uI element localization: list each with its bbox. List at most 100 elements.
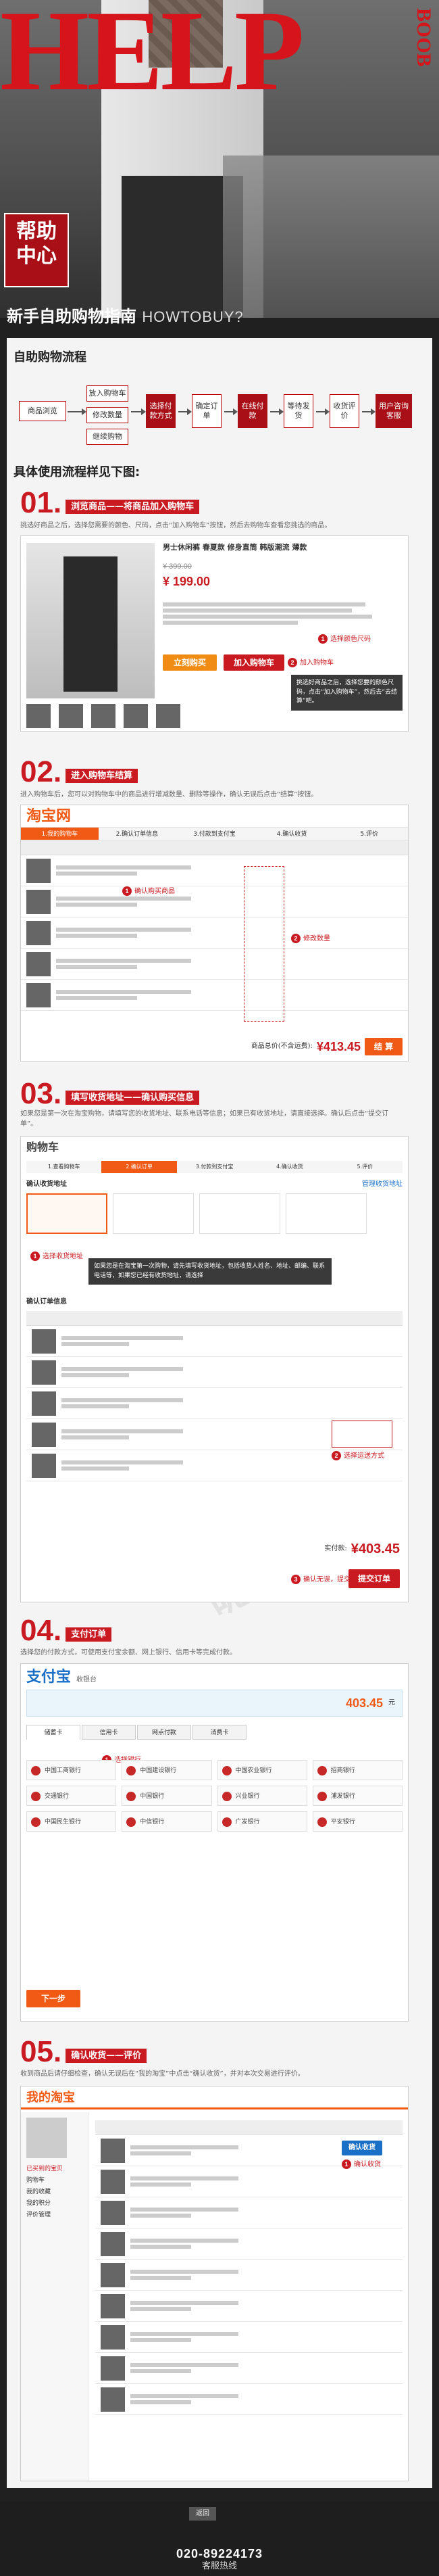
- tab-credit[interactable]: 信用卡: [82, 1725, 136, 1740]
- step4-label: 支付订单: [66, 1627, 112, 1642]
- bank-option[interactable]: 广发银行: [217, 1811, 307, 1832]
- promo-price: ¥ 199.00: [163, 575, 211, 588]
- checkout-button[interactable]: 结 算: [365, 1038, 403, 1055]
- banner-big-text: HELP: [0, 0, 305, 114]
- tab: 2.确认订单: [101, 1161, 177, 1173]
- payment-tabs: 储蓄卡 信用卡 网点付款 消费卡: [26, 1725, 403, 1740]
- flow-box: 继续购物: [86, 429, 128, 445]
- cart-row: [21, 949, 408, 980]
- cart-total-value: ¥413.45: [316, 1040, 361, 1053]
- back-button[interactable]: 返回: [189, 2507, 216, 2521]
- bank-option[interactable]: 交通银行: [26, 1786, 117, 1806]
- bank-option[interactable]: 浦发银行: [312, 1786, 403, 1806]
- step3-label: 填写收货地址——确认购买信息: [66, 1091, 200, 1105]
- manage-address-link[interactable]: 管理收货地址: [362, 1181, 403, 1188]
- bank-option[interactable]: 中信银行: [122, 1811, 212, 1832]
- address-card-selected[interactable]: [26, 1193, 107, 1234]
- tab: 1.我的购物车: [21, 828, 99, 840]
- header-banner: HELP BOOB 帮助 中心: [0, 0, 439, 318]
- add-to-cart-button[interactable]: 加入购物车: [224, 654, 284, 671]
- address-card[interactable]: [286, 1193, 367, 1234]
- step5-confirm-screenshot: 我的淘宝 已买到的宝贝 购物车 我的收藏 我的积分 评价管理 确认收货 1 确认收…: [20, 2086, 409, 2481]
- flow-box: 在线付款: [238, 394, 267, 428]
- tab-debit[interactable]: 储蓄卡: [26, 1725, 80, 1740]
- avatar: [26, 2118, 67, 2158]
- guide-title: 新手自助购物指南 HOWTOBUY?: [7, 308, 244, 325]
- page: HELP BOOB 帮助 中心 新手自助购物指南 HOWTOBUY? 昵图网 昵…: [0, 0, 439, 2576]
- bank-option[interactable]: 中国农业银行: [217, 1760, 307, 1780]
- step5-mark1: 1 确认收货: [342, 2160, 381, 2169]
- flow-box: 选择付款方式: [146, 394, 176, 428]
- alipay-logo: 支付宝: [26, 1668, 72, 1685]
- bank-option[interactable]: 中国银行: [122, 1786, 212, 1806]
- bank-option[interactable]: 招商银行: [312, 1760, 403, 1780]
- address-cards: [21, 1193, 408, 1234]
- sidebar-item-reviews[interactable]: 评价管理: [26, 2210, 82, 2221]
- flow-box: 商品浏览: [19, 401, 66, 421]
- order-total-value: ¥403.45: [351, 1542, 400, 1556]
- step4-desc: 选择您的付款方式，可使用支付宝余额、网上银行、信用卡等完成付款。: [20, 1649, 236, 1656]
- address-heading: 确认收货地址 管理收货地址: [21, 1176, 408, 1193]
- flow-arrow: [270, 408, 284, 415]
- order-total: 实付款: ¥403.45: [324, 1542, 400, 1556]
- step3-order-screenshot: 购物车 1.查看购物车 2.确认订单 3.付款到支付宝 4.确认收货 5.评价 …: [20, 1136, 409, 1602]
- address-card[interactable]: [113, 1193, 194, 1234]
- pay-amount: 403.45: [345, 1696, 383, 1710]
- hotline-phone: 020-89224173: [176, 2547, 263, 2560]
- tab: 5.评价: [360, 831, 378, 838]
- step5-header: 05. 确认收货——评价: [20, 2037, 147, 2067]
- shopping-flow-diagram: 商品浏览 放入购物车 修改数量 继续购物 选择付款方式 确定订单 在线付款 等待…: [19, 375, 414, 456]
- step3-mark1: 1 选择收货地址: [30, 1251, 83, 1261]
- sidebar-item-cart[interactable]: 购物车: [26, 2175, 82, 2187]
- tab-consumer-card[interactable]: 消费卡: [192, 1725, 247, 1740]
- thumbnail-strip: [26, 704, 186, 728]
- shipping-selector[interactable]: [332, 1421, 392, 1448]
- help-center-badge: 帮助 中心: [4, 213, 69, 287]
- address-card[interactable]: [199, 1193, 280, 1234]
- bank-option[interactable]: 兴业银行: [217, 1786, 307, 1806]
- tab-outlet[interactable]: 网点付款: [137, 1725, 191, 1740]
- product-image: [26, 543, 155, 698]
- buy-now-button[interactable]: 立刻购买: [163, 654, 217, 671]
- badge-line2: 中心: [16, 244, 57, 268]
- banner-sub-text: BOOB: [413, 8, 435, 67]
- submit-order-button[interactable]: 提交订单: [348, 1569, 400, 1588]
- quantity-column[interactable]: [244, 866, 284, 1022]
- tab: 4.确认收货: [276, 1164, 303, 1170]
- cart-title: 购物车: [26, 1141, 59, 1153]
- chair-photo: [223, 156, 439, 318]
- cart-row: [21, 980, 408, 1011]
- step1-number: 01.: [20, 486, 62, 519]
- step2-mark1: 1 确认购买商品: [122, 886, 175, 896]
- amount-bar: 403.45 元: [26, 1690, 403, 1717]
- step5-label: 确认收货——评价: [66, 2049, 147, 2063]
- bank-option[interactable]: 中国民生银行: [26, 1811, 117, 1832]
- flow-box: 修改数量: [86, 407, 128, 423]
- alipay-header: 支付宝 收银台: [21, 1664, 408, 1690]
- step1-mark2: 2 加入购物车: [288, 658, 334, 667]
- tab: 3.付款到支付宝: [193, 831, 236, 838]
- cart-row: [21, 917, 408, 949]
- footer: 返回 020-89224173 客服热线: [0, 2502, 439, 2576]
- detail-section-title: 具体使用流程样见下图:: [14, 465, 140, 479]
- bank-option[interactable]: 平安银行: [312, 1811, 403, 1832]
- bank-option[interactable]: 中国建设银行: [122, 1760, 212, 1780]
- flow-box: 收货评价: [330, 394, 359, 428]
- order-total-label: 实付款:: [324, 1545, 347, 1552]
- step1-tip: 挑选好商品之后，选择您要的颜色尺码，点击“加入购物车”，然后去“去结算”吧。: [291, 675, 403, 711]
- sidebar-item-bought[interactable]: 已买到的宝贝: [26, 2164, 82, 2175]
- tab: 4.确认收货: [276, 831, 307, 838]
- step3-mark2: 2 选择运送方式: [332, 1451, 384, 1460]
- order-info-title: 确认订单信息: [26, 1298, 67, 1306]
- pay-amount-unit: 元: [388, 1699, 395, 1707]
- sidebar-item-points[interactable]: 我的积分: [26, 2198, 82, 2210]
- sidebar-item-favorites[interactable]: 我的收藏: [26, 2187, 82, 2198]
- step2-header: 02. 进入购物车结算: [20, 757, 138, 787]
- bank-option[interactable]: 中国工商银行: [26, 1760, 117, 1780]
- cart-total: 商品总价(不含运费): ¥413.45: [251, 1041, 361, 1053]
- flow-arrow: [362, 408, 376, 415]
- step2-cart-screenshot: 淘宝网 1.我的购物车 2.确认订单信息 3.付款到支付宝 4.确认收货 5.评…: [20, 805, 409, 1062]
- step1-product-screenshot: 男士休闲裤 春夏款 修身直筒 韩版潮流 薄款 ¥ 399.00 ¥ 199.00…: [20, 535, 409, 732]
- pay-next-button[interactable]: 下一步: [26, 1990, 80, 2007]
- confirm-receipt-button[interactable]: 确认收货: [342, 2141, 382, 2155]
